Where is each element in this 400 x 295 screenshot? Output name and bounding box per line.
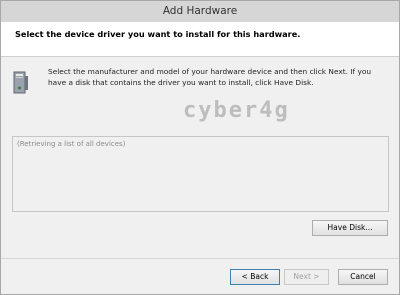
hardware-device-icon bbox=[13, 71, 28, 94]
have-disk-button[interactable]: Have Disk... bbox=[312, 220, 388, 236]
next-button[interactable]: Next > bbox=[284, 269, 329, 285]
watermark-text: cyber4g bbox=[183, 98, 290, 123]
footer-separator bbox=[1, 258, 399, 259]
device-list-status: (Retrieving a list of all devices) bbox=[17, 140, 126, 148]
instruction-text: Select the manufacturer and model of you… bbox=[48, 67, 372, 87]
wizard-header: Select the device driver you want to ins… bbox=[1, 22, 399, 57]
wizard-heading: Select the device driver you want to ins… bbox=[15, 29, 301, 39]
add-hardware-dialog: Add Hardware Select the device driver yo… bbox=[0, 0, 400, 295]
title-bar[interactable]: Add Hardware bbox=[1, 1, 399, 22]
device-list[interactable]: (Retrieving a list of all devices) bbox=[12, 136, 389, 212]
cancel-button[interactable]: Cancel bbox=[338, 269, 388, 285]
back-button[interactable]: < Back bbox=[230, 269, 280, 285]
window-title: Add Hardware bbox=[162, 5, 238, 17]
